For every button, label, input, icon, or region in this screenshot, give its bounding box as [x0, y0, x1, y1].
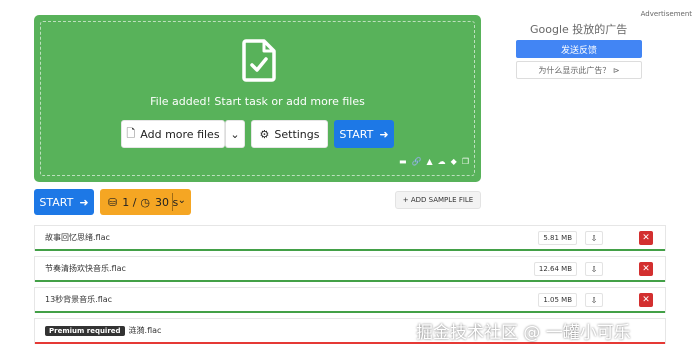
file-row: 故事回忆思绪.flac 5.81 MB ⇩ ✕ — [34, 225, 666, 251]
file-dropzone[interactable]: File added! Start task or add more files… — [34, 15, 481, 182]
file-name: 13秒背景音乐.flac — [45, 295, 113, 304]
download-icon[interactable]: ⇩ — [585, 293, 603, 307]
clock-icon: ◷ — [140, 195, 151, 209]
download-icon[interactable]: ⇩ — [585, 262, 603, 276]
gear-icon: ⚙ — [259, 127, 270, 141]
watermark: 掘金技术社区 @ 一罐小可乐 — [416, 323, 631, 343]
ad-feedback-button[interactable]: 发送反馈 — [516, 40, 642, 58]
ad-why-button[interactable]: 为什么显示此广告？ ⊳ — [516, 61, 642, 79]
delete-icon[interactable]: ✕ — [639, 293, 653, 307]
add-more-files-button[interactable]: 🗋 Add more files — [121, 120, 225, 148]
file-size: 12.64 MB — [533, 262, 577, 276]
file-progress-bar — [35, 311, 665, 313]
google-drive-icon[interactable]: ▲ — [427, 157, 433, 166]
arrow-right-icon: ➜ — [379, 127, 389, 141]
folder-icon[interactable]: ▬ — [399, 157, 407, 166]
file-size: 1.05 MB — [538, 293, 577, 307]
usage-limit-button[interactable]: ⛁ 1 / ◷ 30 s ⌄ — [100, 189, 191, 215]
chevron-down-icon: ⌄ — [230, 127, 240, 141]
ad-google-text: Google 投放的广告 — [530, 23, 628, 36]
file-progress-bar — [35, 280, 665, 282]
file-name: 涟漪.flac — [128, 326, 162, 335]
premium-badge: Premium required — [45, 326, 125, 336]
start-button[interactable]: START ➜ — [34, 189, 94, 215]
start-label: START — [339, 127, 374, 141]
file-name-premium: Premium required 涟漪.flac — [45, 325, 161, 336]
download-icon[interactable]: ⇩ — [585, 231, 603, 245]
limit-count: 1 / — [122, 195, 137, 209]
onedrive-icon[interactable]: ☁ — [438, 157, 446, 166]
settings-label: Settings — [274, 127, 320, 141]
ad-label: Advertisement — [640, 10, 692, 18]
add-more-dropdown-button[interactable]: ⌄ — [225, 120, 245, 148]
arrow-right-icon: ➜ — [79, 195, 89, 209]
file-check-icon — [242, 39, 276, 82]
delete-icon[interactable]: ✕ — [639, 262, 653, 276]
add-more-files-label: Add more files — [140, 127, 220, 141]
chevron-down-icon: ⌄ — [177, 195, 186, 206]
clipboard-icon[interactable]: ❐ — [462, 157, 469, 166]
delete-icon[interactable]: ✕ — [639, 231, 653, 245]
file-progress-bar — [35, 249, 665, 251]
start-main-label: START — [39, 195, 74, 209]
settings-button[interactable]: ⚙ Settings — [251, 120, 328, 148]
dropbox-icon[interactable]: ◆ — [451, 157, 457, 166]
limit-divider — [172, 193, 173, 211]
file-add-icon: 🗋 — [126, 126, 136, 140]
link-icon[interactable]: 🔗 — [412, 157, 422, 166]
file-size: 5.81 MB — [538, 231, 577, 245]
coin-icon: ⛁ — [108, 195, 118, 209]
file-row: 13秒背景音乐.flac 1.05 MB ⇩ ✕ — [34, 287, 666, 313]
start-button-top[interactable]: START ➜ — [334, 120, 394, 148]
file-row: 节奏清扬欢快音乐.flac 12.64 MB ⇩ ✕ — [34, 256, 666, 282]
file-name: 节奏清扬欢快音乐.flac — [45, 264, 126, 273]
limit-time: 30 s — [155, 195, 179, 209]
dropzone-message: File added! Start task or add more files — [150, 95, 365, 108]
file-name: 故事回忆思绪.flac — [45, 233, 110, 242]
add-sample-file-button[interactable]: + ADD SAMPLE FILE — [395, 191, 481, 209]
source-icons: ▬ 🔗 ▲ ☁ ◆ ❐ — [399, 157, 469, 166]
